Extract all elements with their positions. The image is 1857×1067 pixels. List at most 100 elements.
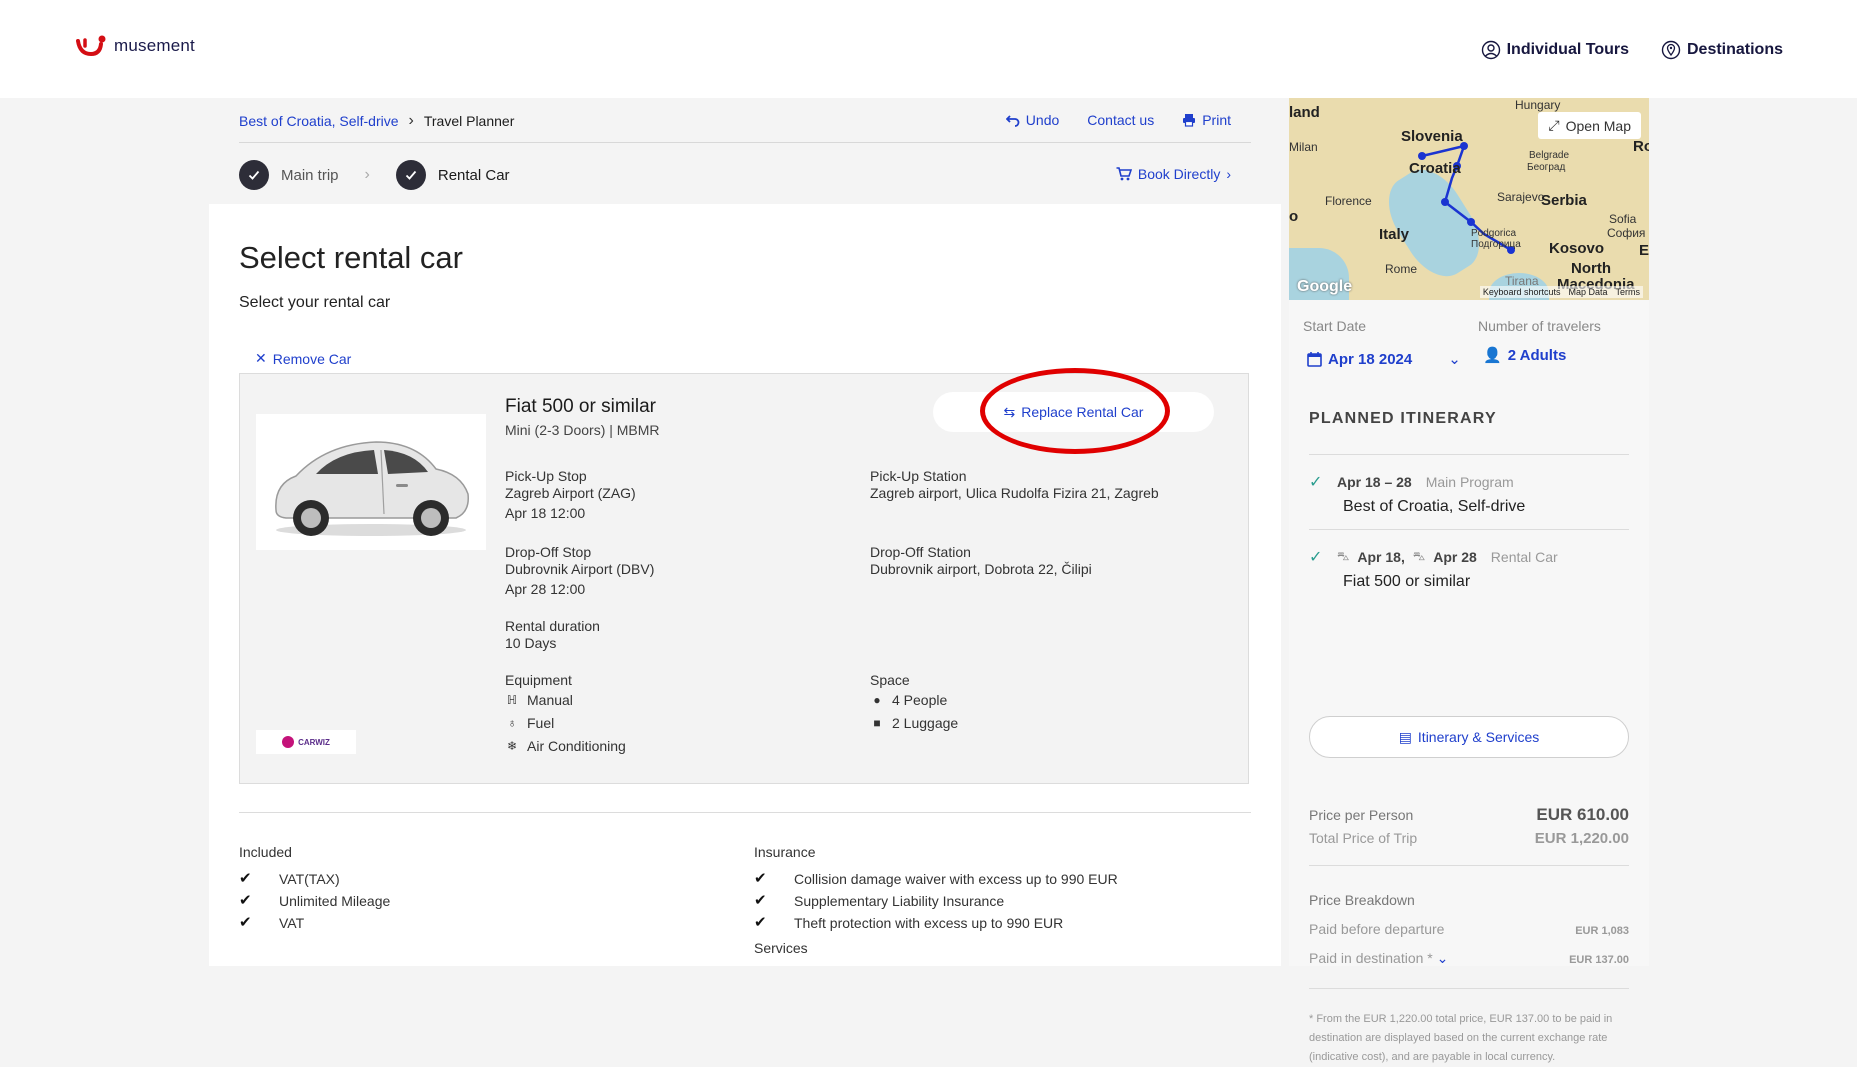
included-text: VAT <box>279 915 305 931</box>
fuel-icon: ♁ <box>507 716 517 730</box>
logo-text: musement <box>114 36 195 55</box>
map-label: Croatia <box>1409 160 1461 177</box>
print-label: Print <box>1202 112 1231 128</box>
expand-icon: ⤢ <box>1548 117 1560 133</box>
start-date-label: Start Date <box>1303 318 1367 334</box>
printer-icon <box>1183 114 1196 127</box>
start-date-select[interactable]: Apr 18 2024 ⌄ <box>1307 350 1461 368</box>
divider <box>239 142 1251 143</box>
itinerary-item-main[interactable]: ✓ Apr 18 – 28 Main Program Best of Croat… <box>1309 472 1629 516</box>
paid-before-value: EUR 1,083 <box>1575 925 1629 937</box>
dropoff-station-label: Drop-Off Station <box>870 544 971 560</box>
calendar-icon <box>1307 352 1322 367</box>
google-logo: Google <box>1297 278 1353 295</box>
itinerary-services-button[interactable]: ▤ Itinerary & Services <box>1309 716 1629 758</box>
undo-label: Undo <box>1025 112 1060 128</box>
dropoff-station-value: Dubrovnik airport, Dobrota 22, Čilipi <box>870 561 1092 577</box>
map-label: Sarajevo <box>1497 190 1545 204</box>
start-date-value: Apr 18 2024 <box>1328 350 1413 368</box>
divider <box>1309 988 1629 989</box>
rental-car-section: Select rental car Select your rental car… <box>209 204 1281 966</box>
replace-rental-car-button[interactable]: ⇆ Replace Rental Car <box>933 392 1214 432</box>
paid-before-label: Paid before departure <box>1309 921 1445 937</box>
person-circle-icon <box>1481 40 1500 60</box>
breadcrumb-current: Travel Planner <box>423 113 515 129</box>
nav-destinations[interactable]: Destinations <box>1661 40 1783 60</box>
included-item: ✔ Unlimited Mileage <box>239 890 390 912</box>
insurance-item: ✔ Collision damage waiver with excess up … <box>754 868 1118 890</box>
map-label: E <box>1639 242 1649 259</box>
planner-header: Best of Croatia, Self-drive › Travel Pla… <box>209 98 1281 204</box>
map-label: Milan <box>1289 140 1318 154</box>
equipment-item: ♁ Fuel <box>505 712 626 735</box>
price-per-person-value: EUR 610.00 <box>1536 805 1629 824</box>
check-icon: ✔ <box>239 870 252 887</box>
dropoff-stop-label: Drop-Off Stop <box>505 544 592 560</box>
itinerary-name: Best of Croatia, Self-drive <box>1343 498 1526 515</box>
undo-icon <box>1005 115 1020 127</box>
check-icon: ✓ <box>1309 474 1323 491</box>
print-button[interactable]: Print <box>1182 112 1231 128</box>
top-bar: musement Individual Tours Destinations <box>0 0 1857 98</box>
equipment-item: ❄ Air Conditioning <box>505 735 626 758</box>
chevron-right-icon: › <box>1226 166 1231 182</box>
map-data-link[interactable]: Map Data <box>1568 287 1607 297</box>
travelers-select[interactable]: 👤 2 Adults <box>1483 346 1566 365</box>
car-card: CARWIZ Fiat 500 or similar Mini (2-3 Doo… <box>239 368 1249 784</box>
remove-car-button[interactable]: ✕ Remove Car <box>255 350 351 367</box>
breadcrumb-trip-link[interactable]: Best of Croatia, Self-drive <box>239 113 399 129</box>
paid-destination-row[interactable]: Paid in destination * ⌄ EUR 137.00 <box>1309 950 1629 967</box>
included-item: ✔ VAT(TAX) <box>239 868 390 890</box>
keyboard-shortcuts-link[interactable]: Keyboard shortcuts <box>1483 287 1561 297</box>
dropoff-stop: Drop-Off Stop Dubrovnik Airport (DBV) Ap… <box>505 544 654 598</box>
route-map[interactable]: Hungary Slovenia Milan Croatia Belgrade … <box>1289 98 1649 300</box>
insurance-list: Insurance ✔ Collision damage waiver with … <box>754 844 1118 956</box>
step-rental-car[interactable]: Rental Car <box>395 160 510 190</box>
pickup-stop-label: Pick-Up Stop <box>505 468 587 484</box>
check-icon: ✔ <box>239 892 252 909</box>
check-circle-icon <box>239 160 269 190</box>
top-nav: Individual Tours Destinations <box>1481 40 1783 60</box>
musement-logo[interactable]: musement <box>76 34 195 58</box>
replace-label: Replace Rental Car <box>1021 404 1144 420</box>
main-content: Best of Croatia, Self-drive › Travel Pla… <box>209 98 1281 966</box>
equipment-value: Air Conditioning <box>527 738 626 754</box>
paid-destination-value: EUR 137.00 <box>1569 954 1629 966</box>
itinerary-item-car[interactable]: ✓ ⛍ Apr 18, ⛍ Apr 28 Rental Car Fiat 500… <box>1309 547 1629 591</box>
divider <box>1309 529 1629 530</box>
pickup-stop: Pick-Up Stop Zagreb Airport (ZAG) Apr 18… <box>505 468 636 522</box>
undo-button[interactable]: Undo <box>1005 112 1060 128</box>
nav-individual-tours[interactable]: Individual Tours <box>1481 40 1629 60</box>
space-item: ● 4 People <box>870 689 958 712</box>
location-pin-icon <box>1661 40 1681 60</box>
header-actions: Undo Contact us Print <box>1005 112 1231 128</box>
map-label: Serbia <box>1541 192 1587 209</box>
check-icon: ✔ <box>754 870 767 887</box>
step-main-trip[interactable]: Main trip <box>239 160 339 190</box>
itinerary-dates: Apr 18 – 28 <box>1337 474 1412 490</box>
terms-link[interactable]: Terms <box>1616 287 1641 297</box>
open-map-label: Open Map <box>1565 117 1631 134</box>
car-class: Mini (2-3 Doors) | MBMR <box>505 422 660 438</box>
book-directly-button[interactable]: Book Directly › <box>1116 166 1231 182</box>
pickup-stop-value: Zagreb Airport (ZAG) <box>505 485 636 501</box>
insurance-text: Collision damage waiver with excess up t… <box>794 871 1118 887</box>
page-subtitle: Select your rental car <box>239 294 391 311</box>
person-icon: ● <box>873 693 881 707</box>
contact-label: Contact us <box>1087 112 1155 128</box>
remove-car-label: Remove Car <box>272 350 352 367</box>
total-price-label: Total Price of Trip <box>1309 830 1418 846</box>
nav-label: Destinations <box>1686 41 1783 58</box>
map-label: o <box>1289 208 1299 225</box>
map-label: Београд <box>1527 162 1566 173</box>
open-map-button[interactable]: ⤢ Open Map <box>1538 112 1641 139</box>
contact-us-link[interactable]: Contact us <box>1087 112 1154 128</box>
list-icon: ▤ <box>1398 728 1412 745</box>
included-text: VAT(TAX) <box>279 871 340 887</box>
map-label: Florence <box>1325 194 1372 208</box>
total-price-row: Total Price of Trip EUR 1,220.00 <box>1309 830 1629 847</box>
check-icon: ✔ <box>754 914 767 931</box>
breakdown-label: Price Breakdown <box>1309 892 1415 908</box>
car-icon: ⛍ <box>1412 549 1426 563</box>
car-name: Fiat 500 or similar <box>505 396 656 417</box>
